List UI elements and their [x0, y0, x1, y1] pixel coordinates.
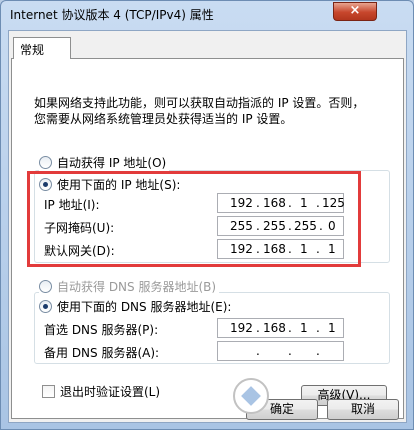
auto-ip-radio[interactable]: 自动获得 IP 地址(O) [39, 154, 170, 171]
manual-dns-label: 使用下面的 DNS 服务器地址(E): [57, 300, 232, 314]
auto-ip-radio-circle[interactable] [39, 156, 52, 169]
auto-ip-label: 自动获得 IP 地址(O) [57, 156, 167, 170]
general-tab-panel: 如果网络支持此功能，则可以获取自动指派的 IP 设置。否则， 您需要从网络系统管… [11, 58, 404, 419]
octet: 168 [263, 321, 286, 335]
octet: 1 [300, 321, 308, 335]
alternate-dns-input[interactable]: . . . [217, 341, 344, 361]
preferred-dns-label: 首选 DNS 服务器(P): [44, 323, 159, 337]
description-text: 如果网络支持此功能，则可以获取自动指派的 IP 设置。否则， 您需要从网络系统管… [34, 96, 365, 126]
watermark-logo-icon [233, 378, 269, 414]
validate-checkbox-box[interactable] [42, 385, 55, 398]
validate-settings-checkbox[interactable]: 退出时验证设置(L) [42, 383, 164, 400]
tab-general[interactable]: 常规 [13, 37, 71, 59]
octet: 192 [230, 321, 253, 335]
manual-dns-radio-circle[interactable] [39, 300, 52, 313]
close-button[interactable]: × [333, 2, 377, 21]
auto-dns-radio[interactable]: 自动获得 DNS 服务器地址(B) [39, 278, 220, 295]
auto-dns-label: 自动获得 DNS 服务器地址(B) [57, 280, 217, 294]
watermark [233, 376, 397, 416]
title-bar[interactable]: Internet 协议版本 4 (TCP/IPv4) 属性 × [1, 1, 413, 27]
window-title: Internet 协议版本 4 (TCP/IPv4) 属性 [10, 8, 214, 22]
validate-label: 退出时验证设置(L) [60, 385, 161, 399]
octet: 1 [328, 321, 336, 335]
manual-dns-radio[interactable]: 使用下面的 DNS 服务器地址(E): [39, 298, 235, 315]
alternate-dns-label: 备用 DNS 服务器(A): [44, 346, 160, 360]
properties-dialog: Internet 协议版本 4 (TCP/IPv4) 属性 × 常规 如果网络支… [0, 0, 414, 430]
preferred-dns-input[interactable]: 192 . 168 . 1 . 1 [217, 318, 344, 338]
dialog-client: 常规 如果网络支持此功能，则可以获取自动指派的 IP 设置。否则， 您需要从网络… [8, 30, 407, 423]
highlight-box [27, 171, 361, 267]
auto-dns-radio-circle[interactable] [39, 280, 52, 293]
